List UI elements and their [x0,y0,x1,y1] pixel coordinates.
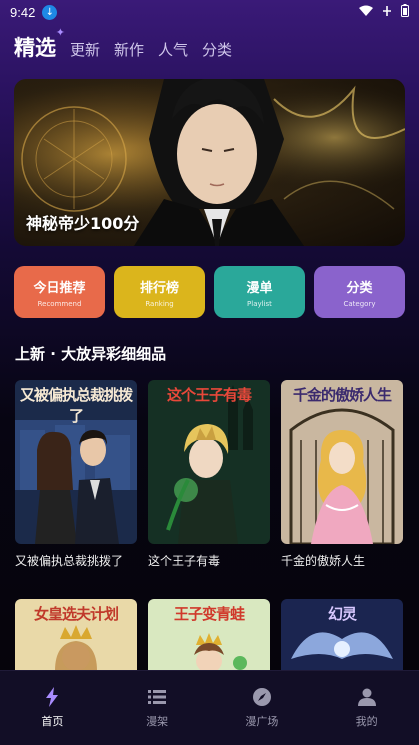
sparkle-icon: ✦ [55,26,65,39]
bottom-nav: 首页 漫架 漫广场 我的 [0,670,419,745]
compass-icon [252,687,272,707]
comic-grid: 又被偏执总裁挑拨了 又被偏执总裁挑拨了 这个王子有毒 这个王子有毒 千金的傲娇人… [15,380,405,592]
comic-cover-title: 这个王子有毒 [166,386,252,404]
comic-title: 千金的傲娇人生 [281,554,366,568]
nav-shelf-label: 漫架 [146,715,169,728]
tab-label: 精选 [14,36,56,60]
comic-title: 又被偏执总裁挑拨了 [15,554,124,568]
comic-cover: 千金的傲娇人生 [281,380,403,544]
battery-icon [401,4,409,20]
list-icon [148,687,167,707]
download-icon: ↓ [42,4,58,20]
nav-plaza-label: 漫广场 [245,715,279,728]
ranking-sublabel: Ranking [145,299,174,308]
section-title: 上新 · 大放异彩细细品 [15,345,167,363]
category-label: 分类 [346,280,373,296]
status-icons [359,4,409,20]
recommend-label: 今日推荐 [33,280,86,296]
comic-cover: 又被偏执总裁挑拨了 [15,380,137,544]
comic-cover[interactable]: 幻灵 [281,599,403,671]
category-sublabel: Category [343,299,376,308]
recommend-sublabel: Recommend [37,299,82,308]
recommend-button[interactable]: 今日推荐 Recommend [14,266,105,318]
comic-title: 这个王子有毒 [148,554,221,568]
tab-featured[interactable]: 精选 ✦ [14,26,65,64]
featured-banner[interactable]: 神秘帝少100分 [14,79,405,246]
comic-cover[interactable]: 王子变青蛙 [148,599,270,671]
comic-cover-title: 又被偏执总裁挑拨了 [19,386,133,425]
comic-cover-title: 女皇选夫计划 [33,605,119,623]
playlist-sublabel: Playlist [247,299,272,308]
status-bar: 9:42 ↓ [0,0,419,24]
category-shortcuts: 今日推荐 Recommend 排行榜 Ranking 漫单 Playlist 分… [14,266,405,318]
lightning-icon [45,687,59,707]
comic-card[interactable]: 千金的傲娇人生 千金的傲娇人生 [281,380,403,592]
comic-cover[interactable]: 女皇选夫计划 [15,599,137,671]
signal-icon [381,5,393,20]
comic-cover-title: 千金的傲娇人生 [292,386,392,404]
tab-new[interactable]: 新作 [114,39,144,64]
playlist-label: 漫单 [246,280,273,296]
nav-plaza[interactable]: 漫广场 [210,671,315,745]
comic-card[interactable]: 又被偏执总裁挑拨了 又被偏执总裁挑拨了 [15,380,137,592]
comic-cover-title: 幻灵 [327,605,357,623]
nav-profile[interactable]: 我的 [314,671,419,745]
ranking-label: 排行榜 [139,280,179,296]
tab-category[interactable]: 分类 [202,39,232,64]
status-time: 9:42 [10,4,36,20]
comic-grid-row-2: 女皇选夫计划 王子变青蛙 幻灵 [15,599,405,671]
comic-cover-title: 王子变青蛙 [173,605,245,623]
category-button[interactable]: 分类 Category [314,266,405,318]
person-icon [357,687,376,707]
comic-card[interactable]: 这个王子有毒 这个王子有毒 [148,380,270,592]
top-tabs: 精选 ✦ 更新 新作 人气 分类 [14,26,405,64]
tab-updates[interactable]: 更新 [70,39,100,64]
ranking-button[interactable]: 排行榜 Ranking [114,266,205,318]
tab-popular[interactable]: 人气 [158,39,188,64]
comic-cover: 这个王子有毒 [148,380,270,544]
nav-home[interactable]: 首页 [0,671,105,745]
banner-title: 神秘帝少100分 [26,214,140,233]
nav-home-label: 首页 [41,715,64,728]
nav-profile-label: 我的 [355,715,378,728]
nav-shelf[interactable]: 漫架 [105,671,210,745]
wifi-icon [359,5,373,20]
playlist-button[interactable]: 漫单 Playlist [214,266,305,318]
